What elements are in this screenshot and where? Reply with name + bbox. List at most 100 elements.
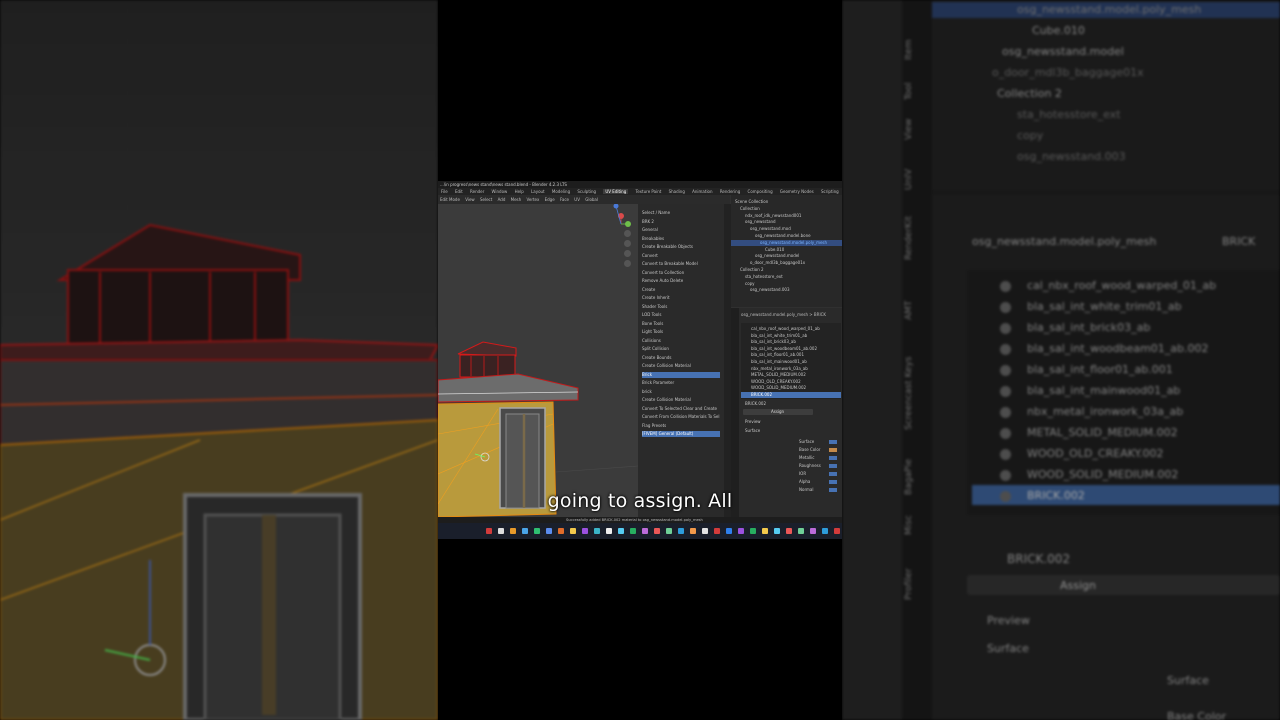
tab-uv-editing[interactable]: UV Editing <box>603 189 629 194</box>
material-slot-selected[interactable]: BRICK.002 <box>741 392 841 398</box>
npanel-row[interactable]: Shader Tools <box>642 304 667 310</box>
npanel-row[interactable]: LOD Tools <box>642 312 661 318</box>
npanel-row[interactable]: Convert From Collision Materials To Sel <box>642 414 720 420</box>
app-icon[interactable] <box>750 528 756 534</box>
app-icon[interactable] <box>486 528 492 534</box>
menu-vertex[interactable]: Vertex <box>526 197 539 202</box>
npanel-row[interactable]: Collisions <box>642 338 661 344</box>
menu-edge[interactable]: Edge <box>545 197 555 202</box>
outliner-row[interactable]: osg_newsstand <box>745 219 776 225</box>
app-icon[interactable] <box>570 528 576 534</box>
npanel-row[interactable]: Brick Parameter <box>642 380 674 386</box>
npanel-row[interactable]: [FIVEM] General (Default) <box>642 431 720 437</box>
npanel-row[interactable]: Create <box>642 287 655 293</box>
tab-texture-paint[interactable]: Texture Paint <box>636 189 662 194</box>
shader-field-value[interactable] <box>829 448 837 452</box>
app-icon[interactable] <box>546 528 552 534</box>
app-icon[interactable] <box>558 528 564 534</box>
menu-render[interactable]: Render <box>470 189 484 194</box>
app-icon[interactable] <box>774 528 780 534</box>
tab-rendering[interactable]: Rendering <box>720 189 740 194</box>
npanel-row[interactable]: Brick <box>642 371 720 378</box>
npanel-row[interactable]: Flag Presets <box>642 423 666 429</box>
npanel-row[interactable]: Create Inherit <box>642 295 670 301</box>
app-icon[interactable] <box>762 528 768 534</box>
npanel-row[interactable]: General <box>642 227 658 233</box>
transform-orientation[interactable]: Global <box>585 197 598 202</box>
properties-tabs[interactable] <box>731 308 739 517</box>
app-icon[interactable] <box>606 528 612 534</box>
grid-icon[interactable] <box>624 260 631 267</box>
menu-add[interactable]: Add <box>498 197 506 202</box>
menu-mesh[interactable]: Mesh <box>511 197 522 202</box>
npanel-row[interactable]: Light Tools <box>642 329 663 335</box>
material-slot[interactable]: bla_sal_int_floor01_ab.001 <box>751 352 804 358</box>
material-slot[interactable]: WOOD_SOLID_MEDIUM.002 <box>751 385 806 391</box>
app-icon[interactable] <box>594 528 600 534</box>
shader-field-value[interactable] <box>829 464 837 468</box>
app-icon[interactable] <box>690 528 696 534</box>
npanel-row[interactable]: Remove Auto Delete <box>642 278 683 284</box>
outliner-row[interactable]: ndx_roof_idk_newsstand001 <box>745 213 801 219</box>
menu-edit[interactable]: Edit <box>455 189 463 194</box>
outliner-row[interactable]: Collection 2 <box>740 267 764 273</box>
tab-compositing[interactable]: Compositing <box>748 189 773 194</box>
3d-viewport[interactable] <box>438 204 638 517</box>
app-icon[interactable] <box>810 528 816 534</box>
app-icon[interactable] <box>654 528 660 534</box>
outliner-row[interactable]: Collection <box>740 206 760 212</box>
outliner-row[interactable]: osg_newsstand.model.bone <box>755 233 811 239</box>
outliner-row[interactable]: o_door_mdl3b_baggage01x <box>750 260 805 266</box>
menu-file[interactable]: File <box>441 189 448 194</box>
app-icon[interactable] <box>522 528 528 534</box>
app-icon[interactable] <box>630 528 636 534</box>
npanel-row[interactable]: Convert <box>642 253 658 259</box>
app-icon[interactable] <box>822 528 828 534</box>
npanel-row[interactable]: Convert to Breakable Model <box>642 261 698 267</box>
shader-field-value[interactable] <box>829 472 837 476</box>
npanel-row[interactable]: Split Collision <box>642 346 669 352</box>
sidebar-tabs[interactable] <box>724 204 731 517</box>
app-icon[interactable] <box>618 528 624 534</box>
material-slot[interactable]: bla_sal_int_mainwood01_ab <box>751 359 807 365</box>
menu-view[interactable]: View <box>465 197 475 202</box>
npanel-row[interactable]: brick <box>642 389 652 395</box>
material-slot[interactable]: bla_sal_int_white_trim01_ab <box>751 333 807 339</box>
app-icon[interactable] <box>786 528 792 534</box>
app-icon[interactable] <box>510 528 516 534</box>
menu-window[interactable]: Window <box>492 189 508 194</box>
outliner-row[interactable]: osg_newsstand.mod <box>750 226 791 232</box>
material-slot[interactable]: bla_sal_int_brick03_ab <box>751 339 796 345</box>
npanel-row[interactable]: Create Bounds <box>642 355 671 361</box>
npanel-row[interactable]: Create Collision Material <box>642 363 691 369</box>
material-name-field[interactable]: BRICK.002 <box>745 401 766 407</box>
app-icon[interactable] <box>582 528 588 534</box>
outliner-row[interactable]: copy <box>745 281 755 287</box>
app-icon[interactable] <box>714 528 720 534</box>
npanel-row[interactable]: Create Collision Material <box>642 397 691 403</box>
app-icon[interactable] <box>678 528 684 534</box>
material-slot[interactable]: WOOD_OLD_CREAKY.002 <box>751 379 801 385</box>
menu-select[interactable]: Select <box>480 197 492 202</box>
search-icon[interactable] <box>498 528 504 534</box>
shader-field-value[interactable] <box>829 440 837 444</box>
hand-icon[interactable] <box>624 240 631 247</box>
npanel-row[interactable]: Select / Name <box>642 210 670 216</box>
tab-geometry-nodes[interactable]: Geometry Nodes <box>780 189 814 194</box>
camera-icon[interactable] <box>624 250 631 257</box>
npanel-row[interactable]: Breakables <box>642 236 664 242</box>
menu-face[interactable]: Face <box>560 197 569 202</box>
zoom-icon[interactable] <box>624 230 631 237</box>
tab-shading[interactable]: Shading <box>669 189 685 194</box>
app-icon[interactable] <box>666 528 672 534</box>
material-slot[interactable]: METAL_SOLID_MEDIUM.002 <box>751 372 806 378</box>
tab-sculpting[interactable]: Sculpting <box>577 189 596 194</box>
app-icon[interactable] <box>642 528 648 534</box>
app-icon[interactable] <box>726 528 732 534</box>
npanel-row[interactable]: Bone Tools <box>642 321 663 327</box>
mode-select[interactable]: Edit Mode <box>440 197 460 202</box>
material-slot[interactable]: bla_sal_int_woodbeam01_ab.002 <box>751 346 817 352</box>
npanel-row[interactable]: Convert To Selected Clear and Create <box>642 406 717 412</box>
material-slot[interactable]: cal_nbx_roof_wood_warped_01_ab <box>751 326 820 332</box>
shader-field-value[interactable] <box>829 480 837 484</box>
